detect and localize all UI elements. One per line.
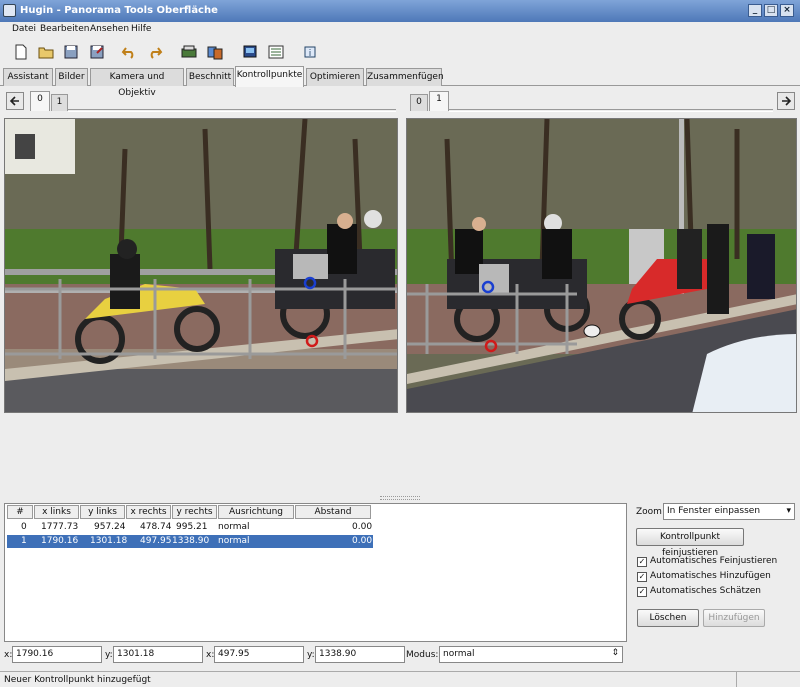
cell-distance: 0.00 <box>352 536 373 546</box>
close-button[interactable]: × <box>780 4 794 17</box>
auto-estimate-label: Automatisches Schätzen <box>650 586 762 596</box>
tab-kontrollpunkte[interactable]: Kontrollpunkte <box>235 66 304 87</box>
left-image-view[interactable] <box>4 118 398 413</box>
fine-tune-button[interactable]: Kontrollpunkt feinjustieren <box>636 528 744 558</box>
cell-x-left: 1777.73 <box>41 522 79 532</box>
col-header-x-left[interactable]: x links <box>34 505 79 519</box>
y-left-label: y: <box>105 650 113 660</box>
tab-bilder[interactable]: Bilder <box>55 68 88 86</box>
auto-add-label: Automatisches Hinzufügen <box>650 571 771 581</box>
cell-index: 1 <box>21 536 27 546</box>
delete-button[interactable]: Löschen <box>637 609 699 627</box>
undo-icon[interactable] <box>118 41 140 63</box>
cell-x-left: 1790.16 <box>41 536 79 546</box>
tab-beschnitt[interactable]: Beschnitt <box>186 68 234 86</box>
table-row[interactable]: 0 1777.73 957.24 478.74 995.21 normal 0.… <box>7 521 373 534</box>
minimize-button[interactable]: _ <box>748 4 762 17</box>
menu-ansehen[interactable]: Ansehen <box>90 24 129 34</box>
info-icon[interactable]: i <box>299 41 321 63</box>
updown-arrow-icon: ⇕ <box>611 648 619 658</box>
new-file-icon[interactable] <box>10 41 32 63</box>
dropdown-arrow-icon: ▾ <box>786 506 791 516</box>
stitch-icon[interactable] <box>204 41 226 63</box>
cell-index: 0 <box>21 522 27 532</box>
x-left-field[interactable]: 1790.16 <box>12 646 102 663</box>
status-text: Neuer Kontrollpunkt hinzugefügt <box>4 675 151 685</box>
cell-y-left: 957.24 <box>94 522 126 532</box>
right-image-view[interactable] <box>406 118 797 413</box>
auto-add-checkbox[interactable]: ✓ <box>637 572 647 582</box>
cell-x-right: 478.74 <box>140 522 172 532</box>
auto-finetune-checkbox[interactable]: ✓ <box>637 557 647 567</box>
menu-bar: Datei Bearbeiten Ansehen Hilfe <box>0 22 800 38</box>
tab-kamera[interactable]: Kamera und Objektiv <box>90 68 184 98</box>
mode-select[interactable]: normal ⇕ <box>439 646 623 663</box>
y-right-label: y: <box>307 650 315 660</box>
toolbar: i <box>0 38 800 66</box>
zoom-select[interactable]: In Fenster einpassen ▾ <box>663 503 795 520</box>
tab-zusammenfuegen[interactable]: Zusammenfügen <box>366 68 444 86</box>
left-photo <box>5 119 397 412</box>
col-header-distance[interactable]: Abstand <box>295 505 371 519</box>
menu-datei[interactable]: Datei <box>12 24 36 34</box>
left-image-tab-0[interactable]: 0 <box>30 91 50 111</box>
cell-distance: 0.00 <box>352 522 373 532</box>
window-title: Hugin - Panorama Tools Oberfläche <box>20 5 218 16</box>
save-icon[interactable] <box>60 41 82 63</box>
status-bar: Neuer Kontrollpunkt hinzugefügt <box>0 671 800 687</box>
right-image-tab-0[interactable]: 0 <box>410 94 428 111</box>
prev-image-button[interactable] <box>6 92 24 110</box>
mode-value: normal <box>443 649 475 659</box>
redo-icon[interactable] <box>144 41 166 63</box>
right-tab-line <box>449 109 773 112</box>
splitter-handle[interactable] <box>380 496 420 500</box>
left-tab-line <box>68 109 396 112</box>
app-icon <box>3 4 16 17</box>
title-bar: Hugin - Panorama Tools Oberfläche _ □ × <box>0 0 800 22</box>
cell-y-right: 1338.90 <box>172 536 210 546</box>
status-divider <box>736 672 737 687</box>
save-as-icon[interactable] <box>86 41 108 63</box>
svg-text:i: i <box>309 49 312 59</box>
col-header-y-left[interactable]: y links <box>80 505 125 519</box>
col-header-index[interactable]: # <box>7 505 33 519</box>
zoom-label: Zoom: <box>636 507 665 517</box>
cell-y-left: 1301.18 <box>90 536 128 546</box>
col-header-x-right[interactable]: x rechts <box>126 505 171 519</box>
x-right-field[interactable]: 497.95 <box>214 646 304 663</box>
menu-hilfe[interactable]: Hilfe <box>131 24 151 34</box>
cell-alignment: normal <box>218 536 250 546</box>
col-header-alignment[interactable]: Ausrichtung <box>218 505 294 519</box>
auto-estimate-checkbox[interactable]: ✓ <box>637 587 647 597</box>
left-image-tab-1[interactable]: 1 <box>51 94 68 111</box>
fast-preview-icon[interactable] <box>239 41 261 63</box>
menu-bearbeiten[interactable]: Bearbeiten <box>40 24 89 34</box>
right-image-tab-1[interactable]: 1 <box>429 91 449 111</box>
control-point-table: # x links y links x rechts y rechts Ausr… <box>4 503 627 642</box>
open-folder-icon[interactable] <box>35 41 57 63</box>
mode-label: Modus: <box>406 650 439 660</box>
table-row-selected[interactable]: 1 1790.16 1301.18 497.95 1338.90 normal … <box>7 535 373 548</box>
tab-optimieren[interactable]: Optimieren <box>306 68 364 86</box>
cell-x-right: 497.95 <box>140 536 172 546</box>
auto-finetune-label: Automatisches Feinjustieren <box>650 556 778 566</box>
main-tabs: Assistant Bilder Kamera und Objektiv Bes… <box>0 66 800 98</box>
y-left-field[interactable]: 1301.18 <box>113 646 203 663</box>
arrow-right-icon <box>782 96 792 106</box>
maximize-button[interactable]: □ <box>764 4 778 17</box>
layout-icon[interactable] <box>265 41 287 63</box>
cell-y-right: 995.21 <box>176 522 208 532</box>
right-photo <box>407 119 796 412</box>
add-button[interactable]: Hinzufügen <box>703 609 765 627</box>
zoom-value: In Fenster einpassen <box>667 506 761 516</box>
col-header-y-right[interactable]: y rechts <box>172 505 217 519</box>
tab-assistant[interactable]: Assistant <box>3 68 53 86</box>
cell-alignment: normal <box>218 522 250 532</box>
y-right-field[interactable]: 1338.90 <box>315 646 405 663</box>
preview-icon[interactable] <box>178 41 200 63</box>
next-image-button[interactable] <box>777 92 795 110</box>
arrow-left-icon <box>9 96 19 106</box>
